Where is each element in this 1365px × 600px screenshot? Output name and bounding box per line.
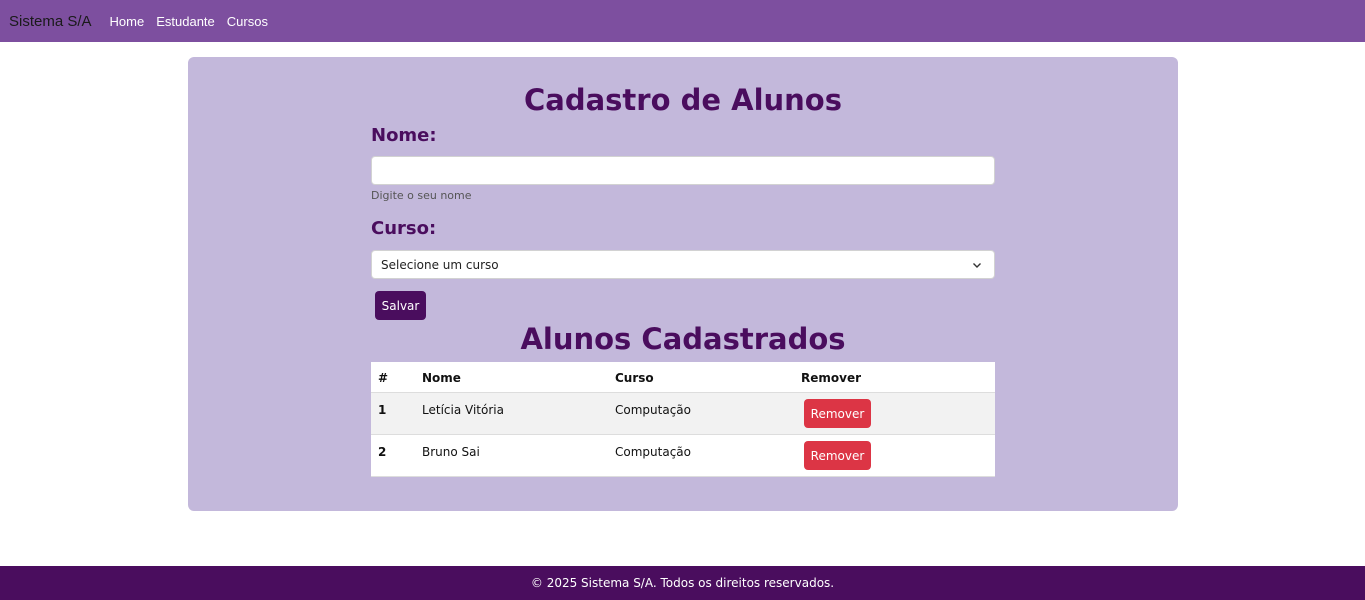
remove-button[interactable]: Remover: [804, 399, 871, 428]
column-header-course: Curso: [615, 371, 654, 385]
column-header-name: Nome: [422, 371, 461, 385]
students-table: # Nome Curso Remover 1 Letícia Vitória C…: [371, 362, 995, 477]
brand-link[interactable]: Sistema S/A: [9, 13, 92, 30]
name-input[interactable]: [371, 156, 995, 185]
row-course: Computação: [615, 445, 691, 459]
name-help-text: Digite o seu nome: [371, 189, 472, 202]
table-row: 1 Letícia Vitória Computação Remover: [371, 393, 995, 435]
nav-link-home[interactable]: Home: [110, 14, 145, 29]
navbar: Sistema S/A Home Estudante Cursos: [0, 0, 1365, 42]
list-title: Alunos Cadastrados: [520, 322, 846, 356]
course-select-value: Selecione um curso: [381, 257, 499, 272]
course-select[interactable]: Selecione um curso: [371, 250, 995, 279]
name-label: Nome:: [371, 125, 437, 146]
column-header-remove: Remover: [801, 371, 862, 385]
row-id: 1: [378, 403, 387, 417]
remove-button[interactable]: Remover: [804, 441, 871, 470]
nav-link-estudante[interactable]: Estudante: [156, 14, 215, 29]
course-label: Curso:: [371, 218, 437, 239]
table-row: 2 Bruno Sai Computação Remover: [371, 435, 995, 477]
row-name: Bruno Sai: [422, 445, 480, 459]
row-name: Letícia Vitória: [422, 403, 504, 417]
main-card: Cadastro de Alunos Nome: Digite o seu no…: [188, 57, 1178, 511]
row-course: Computação: [615, 403, 691, 417]
form-title: Cadastro de Alunos: [523, 83, 842, 117]
footer-text: © 2025 Sistema S/A. Todos os direitos re…: [530, 576, 835, 590]
save-button[interactable]: Salvar: [375, 291, 426, 320]
chevron-down-icon: [973, 263, 981, 268]
table-header-row: # Nome Curso Remover: [371, 362, 995, 393]
column-header-id: #: [378, 371, 389, 385]
footer: © 2025 Sistema S/A. Todos os direitos re…: [0, 566, 1365, 600]
row-id: 2: [378, 445, 387, 459]
nav-link-cursos[interactable]: Cursos: [227, 14, 268, 29]
